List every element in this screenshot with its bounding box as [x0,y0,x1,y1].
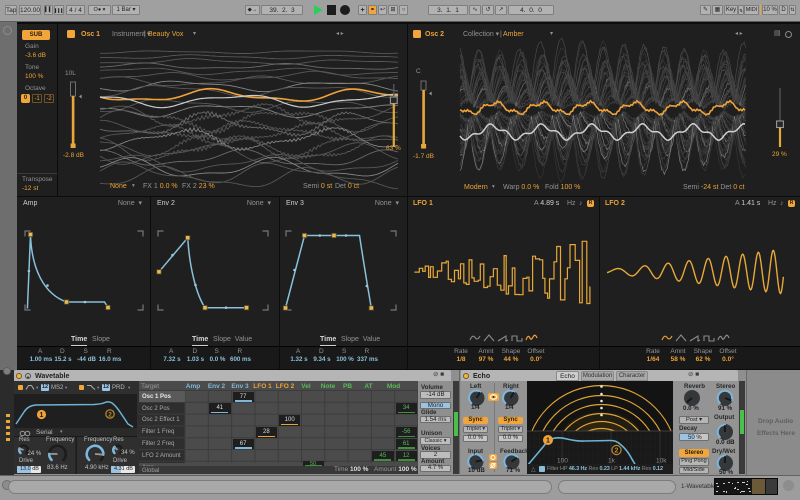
svg-text:2: 2 [108,412,112,419]
svg-text:1: 1 [546,438,550,445]
svg-text:1: 1 [40,412,44,419]
svg-text:2: 2 [615,448,619,455]
